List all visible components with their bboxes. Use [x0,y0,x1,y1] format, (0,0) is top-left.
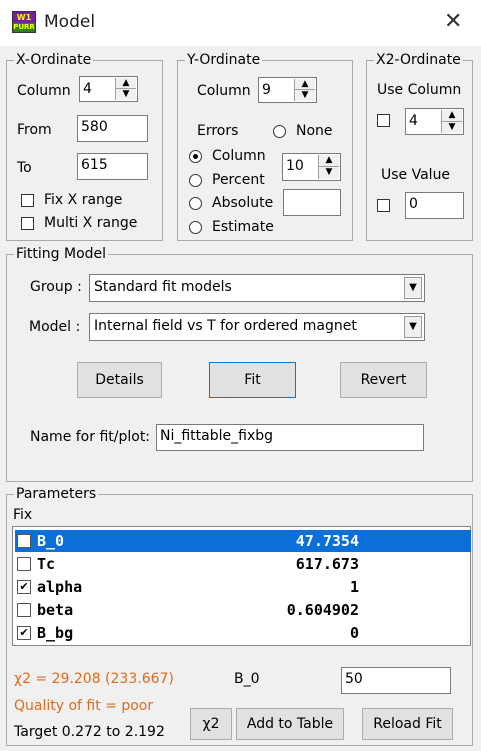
parameter-value: 0 [349,624,359,642]
parameter-value: 47.7354 [295,532,359,550]
x-to-label: To [17,160,32,176]
fit-button[interactable]: Fit [209,362,296,398]
details-button[interactable]: Details [77,362,162,398]
parameter-row[interactable]: ✔ alpha 1 [15,576,471,598]
y-column-value: 9 [262,82,271,98]
parameter-name: beta [37,601,74,619]
model-select-value: Internal field vs T for ordered magnet [94,318,357,334]
use-column-label: Use Column [377,82,462,98]
quality-status: Quality of fit = poor [14,698,154,714]
errors-percent-radio[interactable] [189,174,202,187]
errors-column-label: Column [212,148,266,164]
group-label: Group : [30,279,82,295]
stepper-down-icon[interactable]: ▼ [295,90,315,101]
errors-percent-label: Percent [212,172,265,188]
parameter-row[interactable]: ✔ B_bg 0 [15,622,471,644]
stepper-up-icon[interactable]: ▲ [295,79,315,90]
revert-button[interactable]: Revert [340,362,427,398]
fix-checkbox[interactable]: ✔ [17,626,31,640]
x-to-input[interactable]: 615 [77,153,148,180]
stepper-up-icon[interactable]: ▲ [116,78,136,89]
multi-x-range-checkbox[interactable] [21,217,34,230]
errors-column-radio[interactable] [189,150,202,163]
parameters-label: Parameters [14,486,99,502]
use-column-checkbox[interactable] [377,114,390,127]
multi-x-range-label: Multi X range [44,215,138,231]
y-ordinate-label: Y-Ordinate [185,52,263,68]
absolute-input[interactable] [283,189,341,216]
parameter-value: 1 [349,578,359,596]
y-column-label: Column [197,83,251,99]
parameter-row[interactable]: beta 0.604902 [15,599,471,621]
app-icon-top: W1 [13,12,35,23]
use-value-checkbox[interactable] [377,199,390,212]
fix-checkbox[interactable] [17,603,31,617]
window-title: Model [44,12,96,32]
x-column-value: 4 [83,81,92,97]
errors-column-stepper[interactable]: 10 ▲ ▼ [282,153,341,181]
fix-checkbox[interactable] [17,557,31,571]
x2-ordinate-label: X2-Ordinate [374,52,463,68]
y-column-stepper[interactable]: 9 ▲ ▼ [258,77,317,103]
errors-none-label: None [296,123,333,139]
parameter-row[interactable]: Tc 617.673 [15,553,471,575]
x-column-stepper[interactable]: 4 ▲ ▼ [79,76,138,102]
parameter-name: B_bg [37,624,74,642]
x-from-label: From [17,122,52,138]
parameter-name: alpha [37,578,83,596]
fix-x-range-checkbox[interactable] [21,194,34,207]
group-select-value: Standard fit models [94,279,232,295]
parameter-value: 0.604902 [286,601,359,619]
parameter-list[interactable]: B_0 47.7354 Tc 617.673 ✔ alpha 1 beta 0.604902 ✔ B… [12,526,471,646]
use-value-input[interactable]: 0 [405,192,464,219]
errors-column-value: 10 [286,158,304,174]
stepper-up-icon[interactable]: ▲ [319,155,339,167]
parameter-name: Tc [37,555,56,573]
edit-param-label: B_0 [234,671,260,687]
edit-param-input[interactable]: 50 [341,667,451,694]
stepper-down-icon[interactable]: ▼ [319,167,339,179]
chi2-status: χ2 = 29.208 (233.667) [14,671,174,687]
stepper-down-icon[interactable]: ▼ [116,89,136,100]
x-column-label: Column [17,83,71,99]
x2-column-value: 4 [409,113,418,129]
use-value-label: Use Value [381,167,451,183]
errors-absolute-label: Absolute [212,195,274,211]
parameter-value: 617.673 [295,555,359,573]
fix-x-range-label: Fix X range [44,192,123,208]
chevron-down-icon[interactable]: ▼ [404,316,422,338]
close-icon[interactable]: ✕ [444,10,462,34]
chevron-down-icon[interactable]: ▼ [404,277,422,299]
errors-estimate-radio[interactable] [189,221,202,234]
fitting-model-label: Fitting Model [14,246,109,262]
app-icon-bottom: PURR [13,23,35,31]
reload-fit-button[interactable]: Reload Fit [362,708,453,740]
stepper-down-icon[interactable]: ▼ [442,122,462,134]
chi2-button[interactable]: χ2 [190,708,232,740]
app-icon: W1 PURR [12,11,36,33]
model-select[interactable]: Internal field vs T for ordered magnet ▼ [89,313,425,341]
name-for-fit-label: Name for fit/plot: [30,429,151,445]
errors-estimate-label: Estimate [212,219,274,235]
fix-column-label: Fix [13,507,33,523]
name-for-fit-input[interactable]: Ni_fittable_fixbg [156,424,424,451]
parameter-row[interactable]: B_0 47.7354 [15,530,471,552]
x-from-input[interactable]: 580 [77,115,148,142]
x2-column-stepper[interactable]: 4 ▲ ▼ [405,108,464,135]
fix-checkbox[interactable]: ✔ [17,580,31,594]
errors-none-radio[interactable] [273,125,286,138]
model-label: Model : [29,319,81,335]
parameter-name: B_0 [37,532,65,550]
group-select[interactable]: Standard fit models ▼ [89,274,425,302]
x-ordinate-label: X-Ordinate [14,52,94,68]
target-status: Target 0.272 to 2.192 [14,724,165,740]
errors-absolute-radio[interactable] [189,197,202,210]
errors-label: Errors [197,123,239,139]
fix-checkbox[interactable] [17,534,31,548]
stepper-up-icon[interactable]: ▲ [442,110,462,122]
add-to-table-button[interactable]: Add to Table [236,708,344,740]
